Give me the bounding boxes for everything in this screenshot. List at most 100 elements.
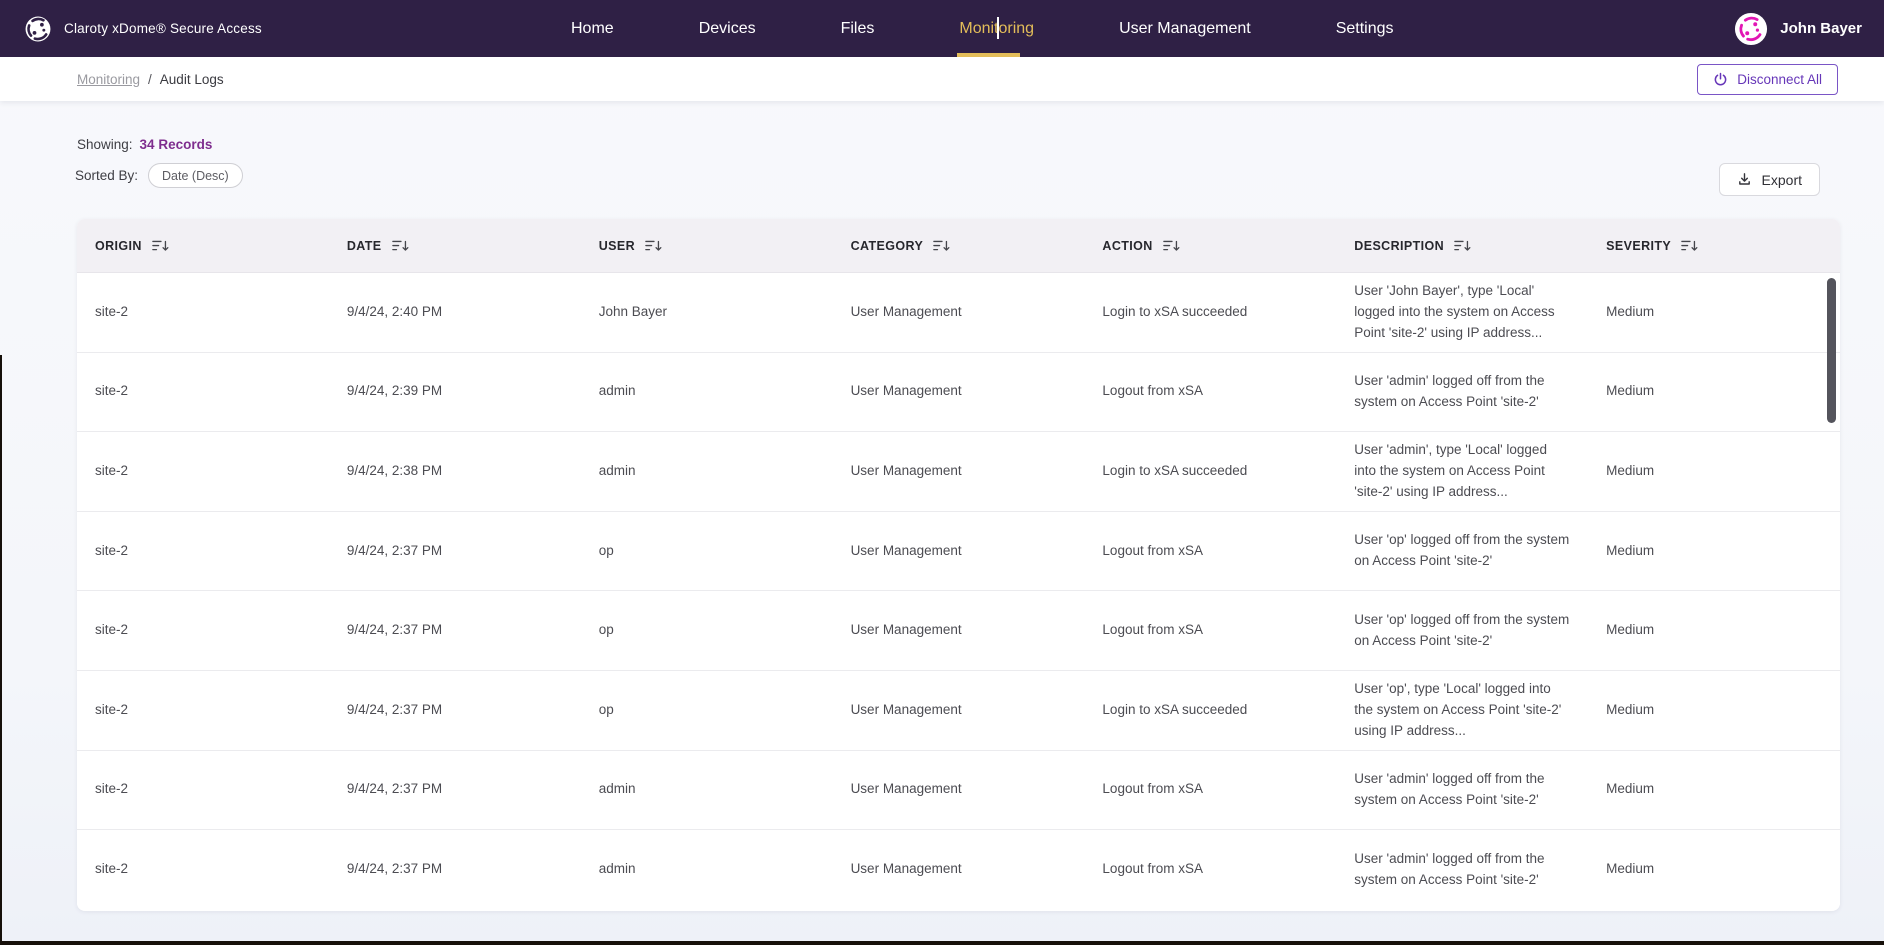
column-header-severity[interactable]: Severity [1588, 239, 1840, 253]
cell-user: admin [581, 353, 833, 432]
power-icon [1713, 72, 1728, 87]
cell-date: 9/4/24, 2:39 PM [329, 353, 581, 432]
cell-action: Logout from xSA [1084, 830, 1336, 910]
cell-date: 9/4/24, 2:37 PM [329, 512, 581, 591]
text-cursor [997, 17, 999, 39]
cell-user: op [581, 512, 833, 591]
avatar [1734, 12, 1768, 46]
cell-user: admin [581, 751, 833, 830]
nav-item-monitoring[interactable]: Monitoring [959, 0, 1034, 57]
nav-item-devices[interactable]: Devices [699, 0, 756, 57]
sort-filter-icon [1453, 239, 1472, 253]
screen-edge-artifact-bottom [0, 941, 1884, 945]
table-row[interactable]: site-2 9/4/24, 2:37 PM op User Managemen… [77, 591, 1840, 671]
cell-severity: Medium [1588, 273, 1840, 352]
disconnect-all-label: Disconnect All [1737, 72, 1822, 87]
column-header-description[interactable]: Description [1336, 239, 1588, 253]
cell-category: User Management [833, 353, 1085, 432]
cell-date: 9/4/24, 2:37 PM [329, 671, 581, 750]
download-icon [1737, 172, 1752, 187]
cell-origin: site-2 [77, 671, 329, 750]
breadcrumb-monitoring-link[interactable]: Monitoring [77, 72, 140, 87]
sorted-by-label: Sorted By: [75, 168, 138, 183]
nav-item-files[interactable]: Files [841, 0, 875, 57]
cell-category: User Management [833, 432, 1085, 511]
cell-user: John Bayer [581, 273, 833, 352]
cell-origin: site-2 [77, 830, 329, 910]
sort-filter-icon [932, 239, 951, 253]
cell-severity: Medium [1588, 591, 1840, 670]
column-header-action[interactable]: Action [1084, 239, 1336, 253]
top-navbar: Claroty xDome® Secure Access Home Device… [0, 0, 1884, 57]
records-count: 34 Records [140, 137, 213, 152]
sort-filter-icon [644, 239, 663, 253]
nav-item-settings[interactable]: Settings [1336, 0, 1394, 57]
audit-table-body: site-2 9/4/24, 2:40 PM John Bayer User M… [77, 273, 1840, 910]
main-nav: Home Devices Files Monitoring User Manag… [571, 0, 1394, 57]
sort-filter-icon [151, 239, 170, 253]
cell-severity: Medium [1588, 751, 1840, 830]
cell-severity: Medium [1588, 671, 1840, 750]
cell-category: User Management [833, 512, 1085, 591]
cell-date: 9/4/24, 2:40 PM [329, 273, 581, 352]
nav-item-user-management[interactable]: User Management [1119, 0, 1251, 57]
cell-description: User 'admin' logged off from the system … [1336, 830, 1588, 910]
sort-chip-date-desc[interactable]: Date (Desc) [148, 163, 243, 188]
column-header-user[interactable]: User [581, 239, 833, 253]
user-name: John Bayer [1780, 20, 1862, 37]
screen-edge-artifact-left [0, 355, 2, 945]
disconnect-all-button[interactable]: Disconnect All [1697, 64, 1838, 95]
nav-item-home[interactable]: Home [571, 0, 614, 57]
cell-action: Logout from xSA [1084, 512, 1336, 591]
cell-description: User 'admin', type 'Local' logged into t… [1336, 432, 1588, 511]
cell-description: User 'op' logged off from the system on … [1336, 512, 1588, 591]
cell-origin: site-2 [77, 432, 329, 511]
sort-filter-icon [1162, 239, 1181, 253]
cell-category: User Management [833, 671, 1085, 750]
cell-origin: site-2 [77, 751, 329, 830]
cell-user: op [581, 671, 833, 750]
table-row[interactable]: site-2 9/4/24, 2:37 PM admin User Manage… [77, 830, 1840, 910]
table-row[interactable]: site-2 9/4/24, 2:39 PM admin User Manage… [77, 353, 1840, 433]
showing-summary: Showing: 34 Records [77, 137, 212, 152]
cell-action: Login to xSA succeeded [1084, 432, 1336, 511]
cell-origin: site-2 [77, 273, 329, 352]
cell-category: User Management [833, 273, 1085, 352]
cell-origin: site-2 [77, 512, 329, 591]
table-row[interactable]: site-2 9/4/24, 2:40 PM John Bayer User M… [77, 273, 1840, 353]
cell-user: op [581, 591, 833, 670]
sort-filter-icon [391, 239, 410, 253]
brand: Claroty xDome® Secure Access [0, 15, 262, 43]
cell-severity: Medium [1588, 432, 1840, 511]
column-header-category[interactable]: Category [833, 239, 1085, 253]
user-menu[interactable]: John Bayer [1734, 0, 1862, 57]
breadcrumb-bar: Monitoring / Audit Logs Disconnect All [0, 57, 1884, 101]
breadcrumb: Monitoring / Audit Logs [77, 72, 224, 87]
cell-description: User 'op' logged off from the system on … [1336, 591, 1588, 670]
sorted-by: Sorted By: Date (Desc) [75, 163, 243, 188]
cell-severity: Medium [1588, 353, 1840, 432]
cell-category: User Management [833, 830, 1085, 910]
cell-date: 9/4/24, 2:37 PM [329, 830, 581, 910]
cell-action: Logout from xSA [1084, 591, 1336, 670]
cell-user: admin [581, 830, 833, 910]
cell-origin: site-2 [77, 353, 329, 432]
cell-description: User 'admin' logged off from the system … [1336, 353, 1588, 432]
cell-action: Logout from xSA [1084, 353, 1336, 432]
column-header-origin[interactable]: Origin [77, 239, 329, 253]
table-row[interactable]: site-2 9/4/24, 2:37 PM op User Managemen… [77, 512, 1840, 592]
page-title: Audit Logs [160, 72, 224, 87]
app-title: Claroty xDome® Secure Access [64, 21, 262, 36]
cell-description: User 'op', type 'Local' logged into the … [1336, 671, 1588, 750]
column-header-date[interactable]: Date [329, 239, 581, 253]
cell-description: User 'admin' logged off from the system … [1336, 751, 1588, 830]
sort-filter-icon [1680, 239, 1699, 253]
cell-user: admin [581, 432, 833, 511]
cell-origin: site-2 [77, 591, 329, 670]
table-row[interactable]: site-2 9/4/24, 2:37 PM op User Managemen… [77, 671, 1840, 751]
cell-category: User Management [833, 751, 1085, 830]
export-button[interactable]: Export [1719, 163, 1820, 196]
table-row[interactable]: site-2 9/4/24, 2:37 PM admin User Manage… [77, 751, 1840, 831]
table-row[interactable]: site-2 9/4/24, 2:38 PM admin User Manage… [77, 432, 1840, 512]
table-scrollbar-thumb[interactable] [1827, 278, 1836, 423]
